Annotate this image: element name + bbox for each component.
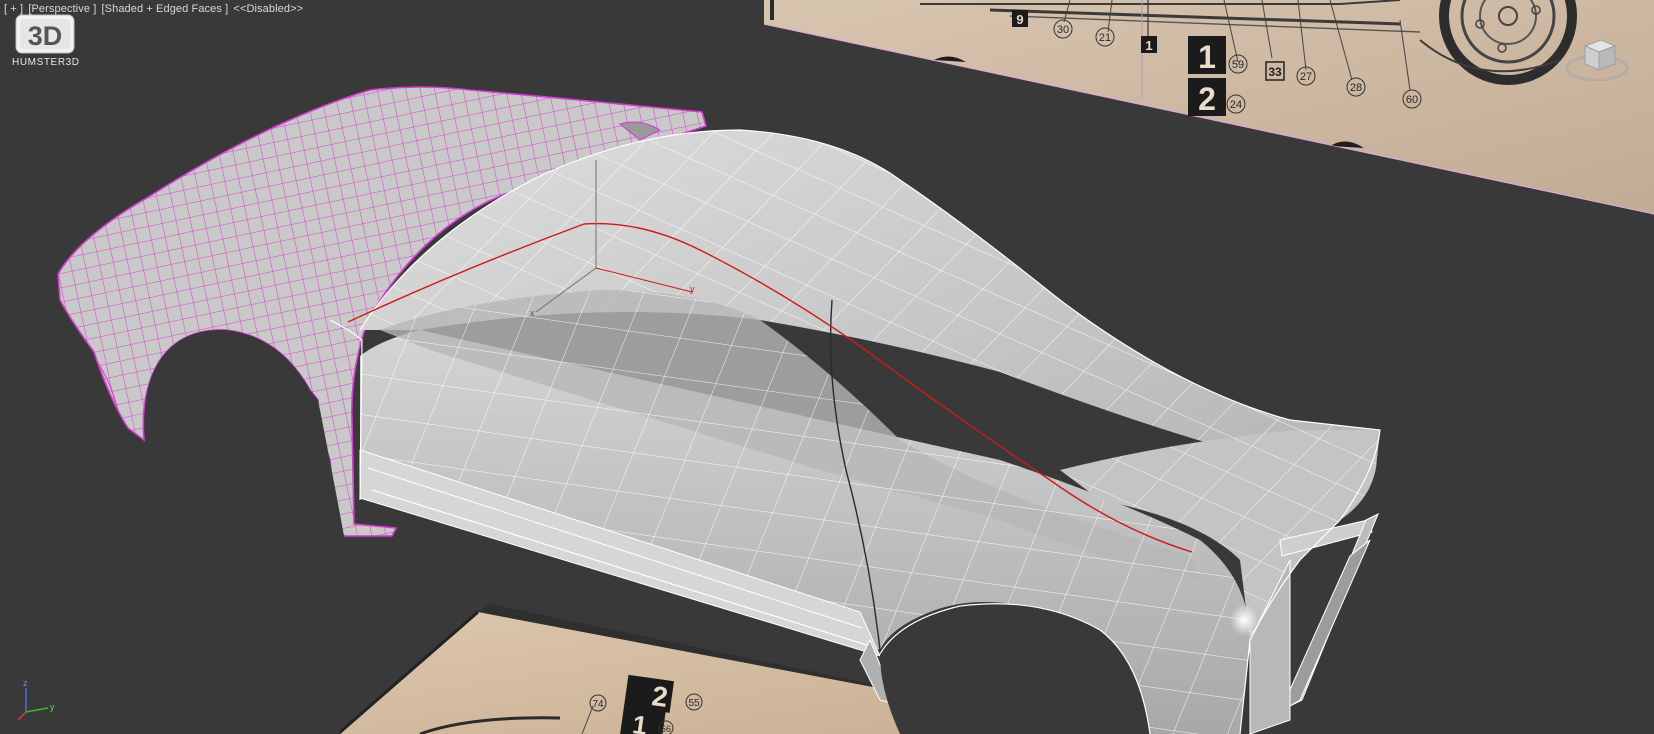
- axis-gizmo-icon: z y: [17, 678, 55, 721]
- logo-badge-icon: 3D: [15, 14, 75, 54]
- callout-59: 59: [1232, 59, 1244, 71]
- callout-9: 9: [1016, 12, 1023, 27]
- callout-2-large: 2: [1198, 81, 1216, 117]
- pivot-x-label: x: [530, 308, 535, 318]
- logo-brand-text: HUMSTER3D: [12, 57, 80, 68]
- pivot-y-label: y: [690, 284, 695, 294]
- callout-1-small: 1: [1145, 38, 1152, 53]
- callout-30: 30: [1057, 24, 1069, 36]
- callout-60: 60: [1406, 94, 1418, 106]
- bp-callout-74: 74: [592, 699, 604, 710]
- scene-canvas[interactable]: 9 30 21 1 1 59 33 27 28 60 2 24 2 1 74 5…: [0, 0, 1654, 734]
- axis-y-label: y: [50, 702, 55, 712]
- callout-24: 24: [1230, 99, 1242, 111]
- viewcube-icon[interactable]: [1563, 32, 1631, 88]
- callout-28: 28: [1350, 82, 1362, 94]
- viewport-status[interactable]: <<Disabled>>: [233, 3, 303, 15]
- bp-callout-1: 1: [631, 709, 650, 734]
- callout-21: 21: [1099, 32, 1111, 44]
- callout-33: 33: [1268, 65, 1282, 79]
- viewport-shading-mode[interactable]: [Shaded + Edged Faces ]: [102, 3, 229, 15]
- axis-z-label: z: [23, 678, 28, 688]
- logo-badge-text: 3D: [28, 21, 63, 51]
- 3d-viewport[interactable]: 9 30 21 1 1 59 33 27 28 60 2 24 2 1 74 5…: [0, 0, 1654, 734]
- callout-27: 27: [1300, 71, 1312, 83]
- humster3d-logo: 3D HUMSTER3D: [10, 13, 90, 71]
- bp-callout-55: 55: [688, 698, 700, 709]
- bp-callout-56: 56: [661, 724, 671, 734]
- callout-1-large: 1: [1198, 39, 1216, 75]
